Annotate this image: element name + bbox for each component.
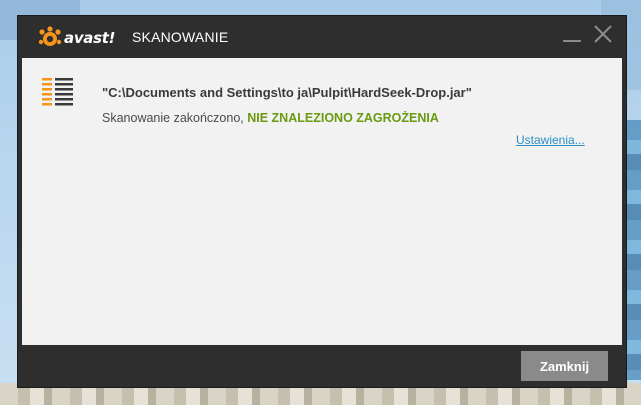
- minimize-button[interactable]: [560, 24, 584, 48]
- scanned-file-path: "C:\Documents and Settings\to ja\Pulpit\…: [102, 85, 472, 100]
- close-icon: [593, 24, 613, 48]
- dialog-footer: Zamknij: [18, 345, 626, 387]
- status-prefix: Skanowanie zakończono,: [102, 111, 248, 125]
- title-bar: avast! SKANOWANIE: [18, 16, 626, 58]
- avast-logo-icon: [38, 26, 62, 50]
- brand-name: avast!: [64, 29, 116, 47]
- avast-logo: avast!: [38, 26, 115, 50]
- window-title: SKANOWANIE: [132, 29, 229, 45]
- scan-result-panel: "C:\Documents and Settings\to ja\Pulpit\…: [22, 58, 622, 345]
- settings-link[interactable]: Ustawienia...: [516, 133, 585, 147]
- scan-status: Skanowanie zakończono, NIE ZNALEZIONO ZA…: [102, 111, 439, 125]
- scan-dialog: avast! SKANOWANIE "C:\Documents and Sett…: [18, 16, 626, 387]
- close-button[interactable]: Zamknij: [521, 351, 608, 381]
- scan-list-icon: [42, 78, 74, 108]
- minimize-icon: [562, 24, 582, 48]
- status-result: NIE ZNALEZIONO ZAGROŻENIA: [247, 111, 439, 125]
- close-window-button[interactable]: [591, 24, 615, 48]
